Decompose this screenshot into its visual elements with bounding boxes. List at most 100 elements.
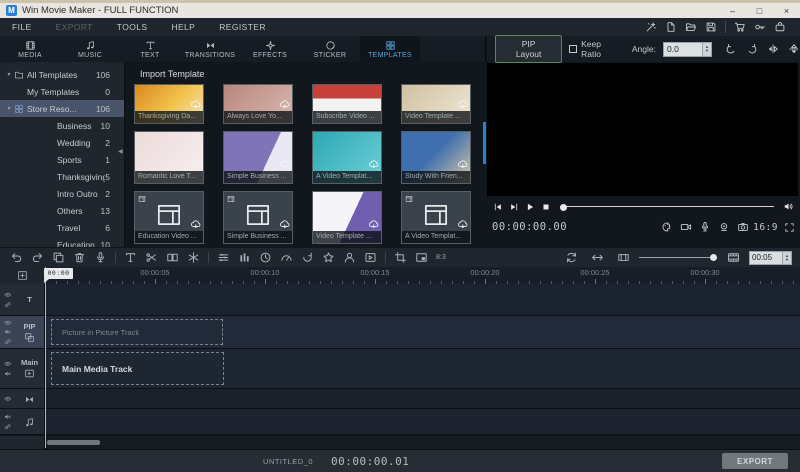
redo-button[interactable] xyxy=(27,251,48,264)
sidebar-item-wedding[interactable]: Wedding 2 xyxy=(0,134,124,151)
status-timecode[interactable]: 00:00:00.01 xyxy=(331,455,409,468)
play-button[interactable] xyxy=(525,202,535,212)
rotate-left-icon[interactable] xyxy=(725,43,737,55)
rotate-right-icon[interactable] xyxy=(746,43,758,55)
track-lane[interactable] xyxy=(45,409,800,434)
download-cloud-icon[interactable] xyxy=(457,219,468,230)
new-file-icon[interactable] xyxy=(665,21,677,33)
link-icon[interactable] xyxy=(4,338,12,346)
keep-ratio-checkbox[interactable]: Keep Ratio xyxy=(569,39,623,59)
download-cloud-icon[interactable] xyxy=(279,219,290,230)
audio-mixer-button[interactable] xyxy=(234,251,255,264)
magic-wand-icon[interactable] xyxy=(645,21,657,33)
sidebar-item-others[interactable]: Others 13 xyxy=(0,202,124,219)
minimize-button[interactable]: – xyxy=(719,3,746,18)
export-button[interactable]: EXPORT xyxy=(722,453,788,469)
key-icon[interactable] xyxy=(754,21,766,33)
eye-icon[interactable] xyxy=(4,319,12,327)
tool-divider[interactable] xyxy=(204,252,213,263)
template-card[interactable]: Education Video ... xyxy=(134,191,204,244)
download-cloud-icon[interactable] xyxy=(457,159,468,170)
mute-icon[interactable] xyxy=(4,301,12,309)
track-lane[interactable]: Picture in Picture Track xyxy=(45,316,800,348)
template-card[interactable]: Video Template ... xyxy=(312,191,382,244)
clip-placeholder[interactable]: Picture in Picture Track xyxy=(51,319,223,345)
playhead-flag[interactable]: 00:00 xyxy=(44,268,73,283)
pip-layout-button[interactable]: PIP Layout xyxy=(495,35,563,63)
download-cloud-icon[interactable] xyxy=(368,219,379,230)
mute-icon[interactable] xyxy=(4,423,12,431)
copy-button[interactable] xyxy=(48,251,69,264)
tab-media[interactable]: MEDIA xyxy=(0,36,60,62)
template-card[interactable]: Video Template ... xyxy=(401,84,471,124)
download-cloud-icon[interactable] xyxy=(457,99,468,110)
adjust-button[interactable] xyxy=(213,251,234,264)
download-cloud-icon[interactable] xyxy=(190,219,201,230)
track-header[interactable] xyxy=(0,409,45,434)
video-camera-icon[interactable] xyxy=(680,221,692,233)
sidebar-item-my-templates[interactable]: My Templates 0 xyxy=(0,83,124,100)
caret-down-icon[interactable]: ▾ xyxy=(4,71,14,78)
effects-button[interactable] xyxy=(318,251,339,264)
manage-tracks-button[interactable] xyxy=(0,267,45,284)
zoom-slider-thumb[interactable] xyxy=(710,254,717,261)
mute-icon[interactable] xyxy=(4,370,12,378)
pip-layout-tool-button[interactable] xyxy=(411,251,432,264)
menu-tools[interactable]: TOOLS xyxy=(105,22,160,32)
template-card[interactable]: Subscribe Video ... xyxy=(312,84,382,124)
download-cloud-icon[interactable] xyxy=(368,159,379,170)
menu-register[interactable]: REGISTER xyxy=(207,22,278,32)
crop-button[interactable] xyxy=(390,251,411,264)
tab-effects[interactable]: EFFECTS xyxy=(240,36,300,62)
flip-horizontal-icon[interactable] xyxy=(767,43,779,55)
microphone-icon[interactable] xyxy=(699,221,711,233)
detach-button[interactable] xyxy=(162,251,183,264)
stop-button[interactable] xyxy=(541,202,551,212)
tab-text[interactable]: TEXT xyxy=(120,36,180,62)
mute-icon[interactable] xyxy=(4,328,12,336)
close-button[interactable]: × xyxy=(773,3,800,18)
text-tool-button[interactable] xyxy=(120,251,141,264)
seek-slider[interactable] xyxy=(560,202,774,212)
track-lane[interactable] xyxy=(45,284,800,315)
clip-duration-input[interactable] xyxy=(749,250,783,265)
flip-vertical-icon[interactable] xyxy=(788,43,800,55)
freeze-frame-button[interactable] xyxy=(183,251,204,264)
voiceover-button[interactable] xyxy=(90,251,111,264)
aspect-ratio-display[interactable]: 16:9 xyxy=(753,222,778,233)
maximize-button[interactable]: □ xyxy=(746,3,773,18)
track-header[interactable] xyxy=(0,389,45,408)
template-card[interactable]: Simple Business ... xyxy=(223,191,293,244)
cart-icon[interactable] xyxy=(734,21,746,33)
download-cloud-icon[interactable] xyxy=(190,99,201,110)
tab-music[interactable]: MUSIC xyxy=(60,36,120,62)
tool-divider[interactable] xyxy=(111,252,120,263)
track-header[interactable]: PIP xyxy=(0,316,45,348)
sidebar-item-travel[interactable]: Travel 6 xyxy=(0,219,124,236)
sidebar-item-sports[interactable]: Sports 1 xyxy=(0,151,124,168)
portrait-button[interactable] xyxy=(339,251,360,264)
tool-divider[interactable] xyxy=(381,252,390,263)
eye-icon[interactable] xyxy=(4,413,12,421)
speaker-icon[interactable] xyxy=(783,201,794,212)
timeline-hscroll-thumb[interactable] xyxy=(47,440,100,445)
download-cloud-icon[interactable] xyxy=(279,99,290,110)
toolbar-divider[interactable] xyxy=(725,21,726,33)
fullscreen-icon[interactable] xyxy=(784,222,795,233)
sidebar-item-business[interactable]: Business 10 xyxy=(0,117,124,134)
rotate-button[interactable] xyxy=(297,251,318,264)
next-frame-button[interactable] xyxy=(509,202,519,212)
webcam-icon[interactable] xyxy=(718,221,730,233)
library-scrollbar[interactable] xyxy=(483,122,486,164)
eye-icon[interactable] xyxy=(4,291,12,299)
template-card[interactable]: Romantic Love T... xyxy=(134,131,204,184)
tab-sticker[interactable]: STICKER xyxy=(300,36,360,62)
timeline-zoom-slider[interactable] xyxy=(639,253,717,263)
sidebar-item-education[interactable]: Education 10 xyxy=(0,236,124,248)
snapshot-icon[interactable] xyxy=(737,221,749,233)
timeline-hscrollbar[interactable] xyxy=(0,436,800,449)
clip-placeholder[interactable]: Main Media Track xyxy=(51,352,224,385)
tab-transitions[interactable]: TRANSITIONS xyxy=(180,36,240,62)
template-card[interactable]: Study With Frien... xyxy=(401,131,471,184)
menu-file[interactable]: FILE xyxy=(0,22,44,32)
